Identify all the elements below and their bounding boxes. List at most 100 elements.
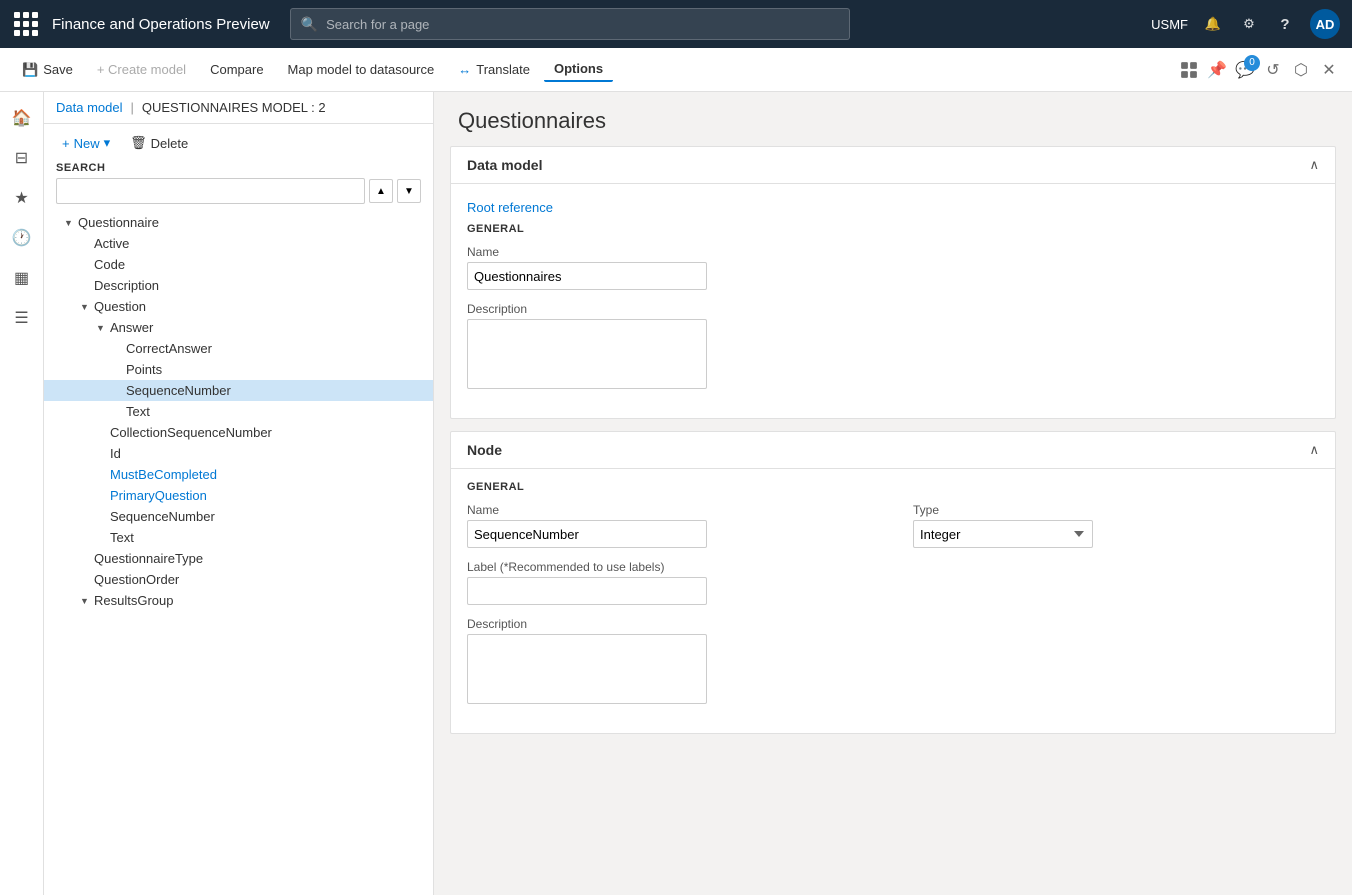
node-name-input[interactable] [467, 520, 707, 548]
tree-node-resultsgroup[interactable]: ▼ ResultsGroup [44, 590, 433, 611]
nav-table-icon[interactable]: ▦ [4, 260, 40, 296]
question-icon: ? [1280, 16, 1289, 33]
node-name-field-row: Name [467, 503, 873, 548]
tree-node-correctanswer[interactable]: CorrectAnswer [44, 338, 433, 359]
toolbar-right-actions: 📌 💬 0 ↺ ⬡ ✕ [1178, 59, 1340, 81]
search-input[interactable] [56, 178, 365, 204]
gear-icon: ⚙ [1243, 16, 1255, 32]
tree-node-questionnairetype[interactable]: QuestionnaireType [44, 548, 433, 569]
undo-icon[interactable]: ↺ [1262, 59, 1284, 81]
tree-node-text-answer[interactable]: Text [44, 401, 433, 422]
close-icon[interactable]: ✕ [1318, 59, 1340, 81]
help-icon[interactable]: ? [1274, 13, 1296, 35]
description-textarea[interactable] [467, 319, 707, 389]
tree-node-active[interactable]: Active [44, 233, 433, 254]
collapse-node-icon: ∧ [1309, 442, 1319, 458]
left-nav: 🏠 ⊟ ★ 🕐 ▦ ☰ [0, 92, 44, 895]
tree-node-questionorder[interactable]: QuestionOrder [44, 569, 433, 590]
notification-badge-icon[interactable]: 💬 0 [1234, 59, 1256, 81]
tree-node-answer[interactable]: ▼ Answer [44, 317, 433, 338]
search-down-button[interactable]: ▼ [397, 179, 421, 203]
node-general-label: GENERAL [467, 481, 873, 493]
translate-icon: ↔ [458, 62, 471, 77]
notifications-icon[interactable]: 🔔 [1202, 13, 1224, 35]
search-up-button[interactable]: ▲ [369, 179, 393, 203]
node-description-field-row: Description [467, 617, 873, 709]
search-icon: 🔍 [301, 16, 318, 33]
tree-node-question[interactable]: ▼ Question [44, 296, 433, 317]
node-type-select[interactable]: Integer String Boolean Real Date DateTim… [913, 520, 1093, 548]
tree-node-sequencenumber2[interactable]: SequenceNumber [44, 506, 433, 527]
name-input[interactable] [467, 262, 707, 290]
tree-scroll: ▼ Questionnaire Active Code Description … [44, 212, 433, 895]
data-model-section-body: Root reference GENERAL Name Description [451, 184, 1335, 418]
toggle-questionnaire[interactable]: ▼ [64, 218, 78, 228]
search-placeholder: Search for a page [326, 17, 429, 32]
description-label: Description [467, 302, 1319, 316]
nav-filter-icon[interactable]: ⊟ [4, 140, 40, 176]
data-model-section-header[interactable]: Data model ∧ [451, 147, 1335, 184]
nav-clock-icon[interactable]: 🕐 [4, 220, 40, 256]
map-model-button[interactable]: Map model to datasource [278, 58, 445, 81]
node-type-field-row: Type Integer String Boolean Real Date Da… [913, 503, 1319, 548]
data-model-section: Data model ∧ Root reference GENERAL Name… [450, 146, 1336, 419]
plus-icon: + [62, 136, 70, 151]
node-section: Node ∧ GENERAL Name Label (*Recommended … [450, 431, 1336, 734]
user-avatar[interactable]: AD [1310, 9, 1340, 39]
toggle-resultsgroup[interactable]: ▼ [80, 596, 94, 606]
node-section-title: Node [467, 442, 502, 458]
tree-node-text-question[interactable]: Text [44, 527, 433, 548]
node-section-body: GENERAL Name Label (*Recommended to use … [451, 469, 1335, 733]
customize-icon[interactable] [1178, 59, 1200, 81]
tree-node-code[interactable]: Code [44, 254, 433, 275]
user-label: USMF [1151, 17, 1188, 32]
node-description-textarea[interactable] [467, 634, 707, 704]
tree-node-primaryquestion[interactable]: PrimaryQuestion [44, 485, 433, 506]
tree-node-mustbecompleted[interactable]: MustBeCompleted [44, 464, 433, 485]
create-model-button[interactable]: + Create model [87, 58, 196, 81]
topbar-right: USMF 🔔 ⚙ ? AD [1151, 9, 1340, 39]
nav-star-icon[interactable]: ★ [4, 180, 40, 216]
breadcrumb-separator: | [130, 100, 133, 115]
data-model-general-label: GENERAL [467, 223, 1319, 235]
node-two-col: GENERAL Name Label (*Recommended to use … [467, 481, 1319, 721]
notification-count: 0 [1244, 55, 1260, 71]
compare-button[interactable]: Compare [200, 58, 273, 81]
node-description-label: Description [467, 617, 873, 631]
bell-icon: 🔔 [1205, 16, 1221, 32]
bookmark-icon[interactable]: 📌 [1206, 59, 1228, 81]
tree-node-points[interactable]: Points [44, 359, 433, 380]
node-type-label: Type [913, 503, 1319, 517]
tree-node-description[interactable]: Description [44, 275, 433, 296]
tree-panel: Data model | QUESTIONNAIRES MODEL : 2 + … [44, 92, 434, 895]
main-layout: 🏠 ⊟ ★ 🕐 ▦ ☰ Data model | QUESTIONNAIRES … [0, 92, 1352, 895]
settings-icon[interactable]: ⚙ [1238, 13, 1260, 35]
node-label-field-row: Label (*Recommended to use labels) [467, 560, 873, 605]
popout-icon[interactable]: ⬡ [1290, 59, 1312, 81]
root-reference-link[interactable]: Root reference [467, 196, 1319, 223]
tree-node-sequencenumber-selected[interactable]: SequenceNumber [44, 380, 433, 401]
node-type-select-wrap: Integer String Boolean Real Date DateTim… [913, 520, 1093, 548]
toolbar: 💾 Save + Create model Compare Map model … [0, 48, 1352, 92]
detail-panel: Questionnaires Data model ∧ Root referen… [434, 92, 1352, 895]
delete-button[interactable]: 🗑 Delete [124, 132, 194, 154]
toggle-answer[interactable]: ▼ [96, 323, 110, 333]
new-button[interactable]: + New ▾ [56, 132, 116, 154]
global-search[interactable]: 🔍 Search for a page [290, 8, 850, 40]
translate-button[interactable]: ↔ Translate [448, 58, 540, 81]
nav-list-icon[interactable]: ☰ [4, 300, 40, 336]
breadcrumb-data-model[interactable]: Data model [56, 100, 122, 115]
tree-node-collectionsequencenumber[interactable]: CollectionSequenceNumber [44, 422, 433, 443]
save-button[interactable]: 💾 Save [12, 58, 83, 82]
node-label-input[interactable] [467, 577, 707, 605]
topbar: Finance and Operations Preview 🔍 Search … [0, 0, 1352, 48]
options-button[interactable]: Options [544, 57, 613, 82]
tree-node-questionnaire[interactable]: ▼ Questionnaire [44, 212, 433, 233]
app-grid-icon[interactable] [12, 10, 40, 38]
toggle-question[interactable]: ▼ [80, 302, 94, 312]
tree-node-id[interactable]: Id [44, 443, 433, 464]
node-section-header[interactable]: Node ∧ [451, 432, 1335, 469]
node-label-label: Label (*Recommended to use labels) [467, 560, 873, 574]
search-section: SEARCH ▲ ▼ [44, 162, 433, 212]
nav-home-icon[interactable]: 🏠 [4, 100, 40, 136]
